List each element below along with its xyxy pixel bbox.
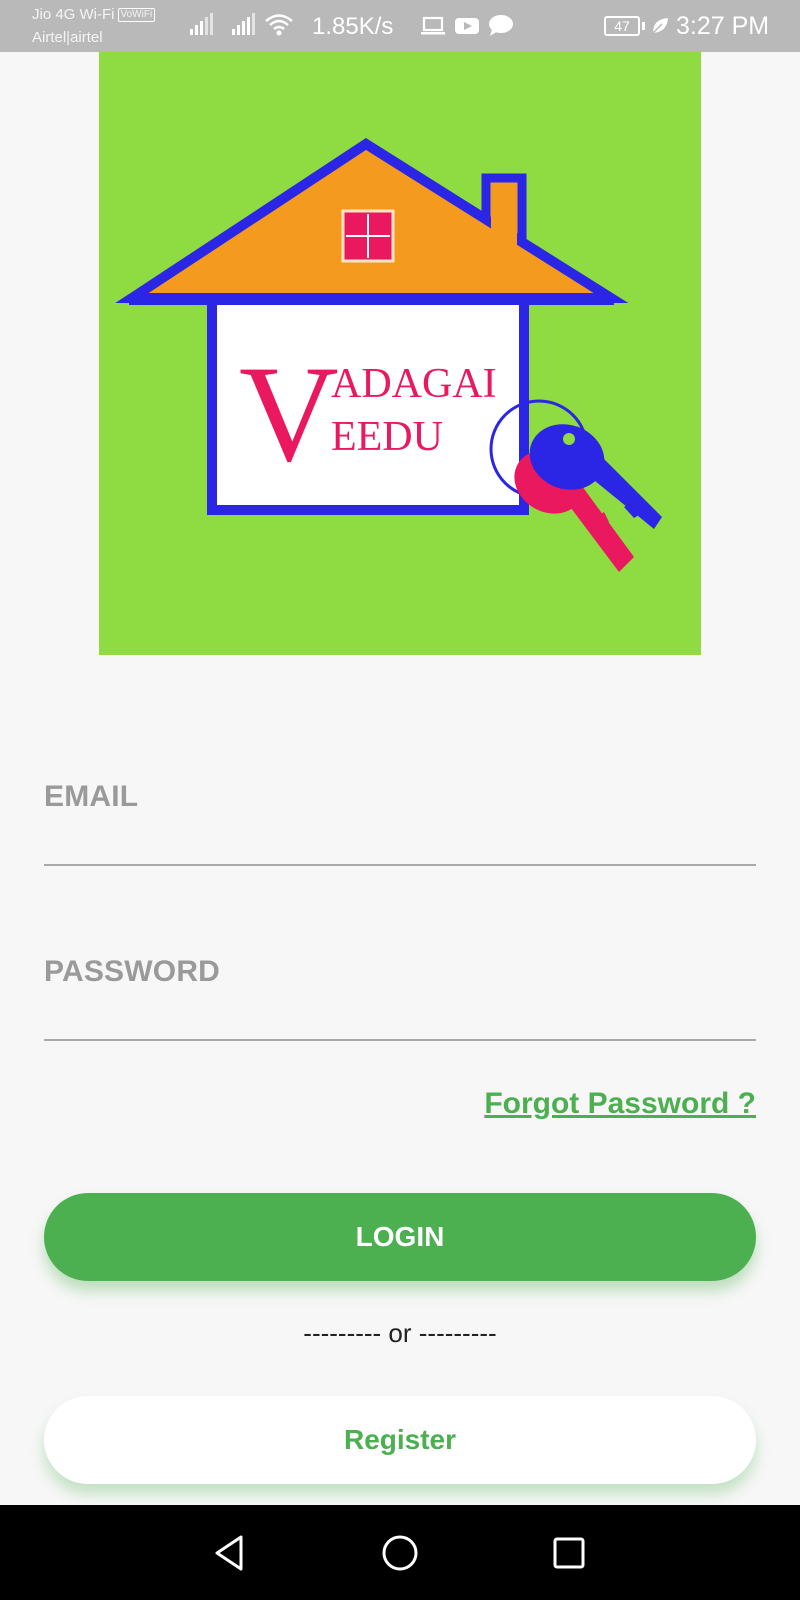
email-field[interactable]: EMAIL <box>44 780 756 866</box>
signal-icon <box>188 13 214 37</box>
password-field[interactable]: PASSWORD <box>44 955 756 1041</box>
logo-text-eedu: EEDU <box>331 414 443 460</box>
carrier-primary: Jio 4G Wi-Fi VoWiFi <box>32 6 156 23</box>
home-icon[interactable] <box>377 1530 423 1576</box>
or-divider: --------- or --------- <box>303 1318 497 1348</box>
logo-text-adagai: ADAGAI <box>331 361 497 407</box>
leaf-icon <box>650 16 670 41</box>
status-icons-right <box>420 14 514 43</box>
app-logo: V ADAGAI EEDU <box>99 52 701 655</box>
logo-letter-v: V <box>239 337 339 490</box>
clock: 3:27 PM <box>676 12 770 40</box>
password-field-label: PASSWORD <box>44 955 221 988</box>
network-speed: 1.85K/s <box>312 13 394 40</box>
status-icons-left <box>188 12 294 38</box>
email-field-underline <box>44 864 756 866</box>
wifi-icon <box>264 12 294 38</box>
email-field-label: EMAIL <box>44 780 139 813</box>
laptop-icon <box>420 15 446 42</box>
battery-tip <box>642 22 645 30</box>
vowifi-badge: VoWiFi <box>117 8 156 22</box>
register-button[interactable]: Register <box>44 1396 756 1484</box>
login-button[interactable]: LOGIN <box>44 1193 756 1281</box>
status-bar: Jio 4G Wi-Fi VoWiFi Airtel|airtel 1.85K/… <box>0 0 800 52</box>
carrier-secondary: Airtel|airtel <box>32 29 103 46</box>
forgot-password-link[interactable]: Forgot Password ? <box>484 1087 756 1121</box>
carrier-primary-label: Jio 4G Wi-Fi <box>32 6 115 23</box>
battery-icon: 47 <box>604 16 640 36</box>
logo-window <box>341 209 395 263</box>
chat-icon <box>488 14 514 43</box>
back-icon[interactable] <box>206 1530 252 1576</box>
recents-icon[interactable] <box>546 1530 592 1576</box>
youtube-icon <box>454 15 480 42</box>
signal-icon <box>230 13 256 37</box>
navigation-bar <box>0 1505 800 1600</box>
password-field-underline <box>44 1039 756 1041</box>
